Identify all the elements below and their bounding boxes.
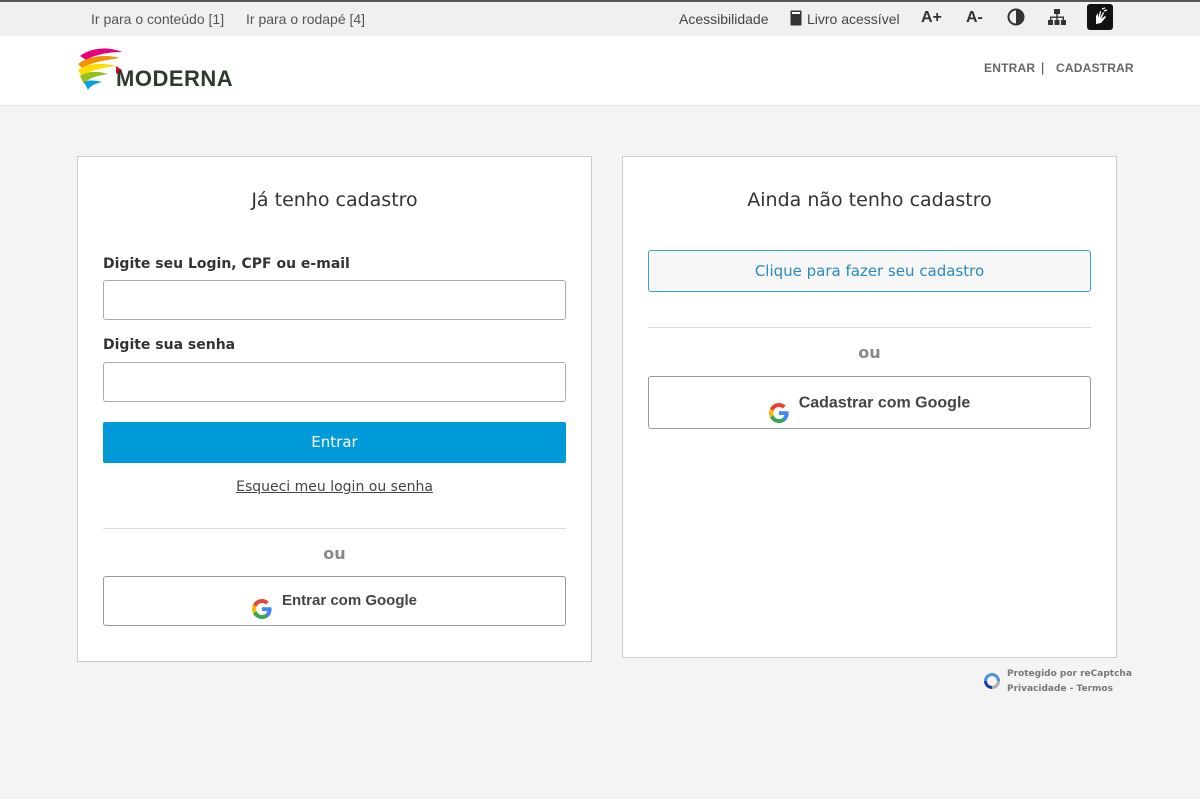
google-icon (768, 393, 789, 423)
site-header: MODERNA ENTRAR | CADASTRAR (0, 36, 1200, 106)
register-card: Ainda não tenho cadastro Clique para faz… (622, 156, 1117, 658)
google-login-label: Entrar com Google (281, 592, 418, 610)
accessible-book-link[interactable]: Livro acessível (807, 11, 900, 27)
book-icon (790, 10, 802, 26)
header-login-link[interactable]: ENTRAR (984, 61, 1035, 75)
logo-wordmark: MODERNA (116, 66, 234, 91)
login-or-text: ou (323, 544, 346, 563)
login-submit-button[interactable]: Entrar (103, 422, 566, 463)
sitemap-icon[interactable] (1048, 8, 1068, 28)
register-button[interactable]: Clique para fazer seu cadastro (648, 250, 1091, 292)
login-card-title: Já tenho cadastro (251, 189, 418, 211)
skip-to-footer-link[interactable]: Ir para o rodapé [4] (246, 11, 365, 27)
skip-to-content-link[interactable]: Ir para o conteúdo [1] (91, 11, 224, 27)
header-register-link[interactable]: CADASTRAR (1056, 61, 1134, 75)
recaptcha-icon (982, 671, 1002, 691)
recaptcha-links[interactable]: Privacidade - Termos (1007, 684, 1113, 694)
login-card: Já tenho cadastro Digite seu Login, CPF … (77, 156, 592, 662)
header-separator: | (1041, 60, 1045, 75)
font-decrease-button[interactable]: A- (966, 9, 983, 27)
google-icon (251, 591, 272, 620)
password-input[interactable] (103, 362, 566, 402)
google-login-button[interactable]: Entrar com Google (103, 576, 566, 626)
recaptcha-badge: Protegido por reCaptcha Privacidade - Te… (982, 669, 1132, 699)
login-divider (103, 528, 566, 529)
font-increase-button[interactable]: A+ (921, 9, 942, 27)
accessibility-link[interactable]: Acessibilidade (679, 11, 769, 27)
google-register-button[interactable]: Cadastrar com Google (648, 376, 1091, 429)
recaptcha-protected-text: Protegido por reCaptcha (1007, 669, 1132, 679)
google-register-label: Cadastrar com Google (798, 394, 971, 412)
register-or-text: ou (858, 343, 881, 362)
contrast-icon[interactable] (1007, 8, 1027, 28)
sign-language-icon[interactable] (1087, 4, 1113, 30)
register-card-title: Ainda não tenho cadastro (747, 189, 992, 211)
login-input[interactable] (103, 280, 566, 320)
login-field-label: Digite seu Login, CPF ou e-mail (103, 256, 350, 272)
forgot-password-link[interactable]: Esqueci meu login ou senha (78, 479, 591, 495)
register-divider (648, 327, 1091, 328)
password-field-label: Digite sua senha (103, 337, 236, 353)
accessibility-bar: Ir para o conteúdo [1] Ir para o rodapé … (0, 2, 1200, 36)
